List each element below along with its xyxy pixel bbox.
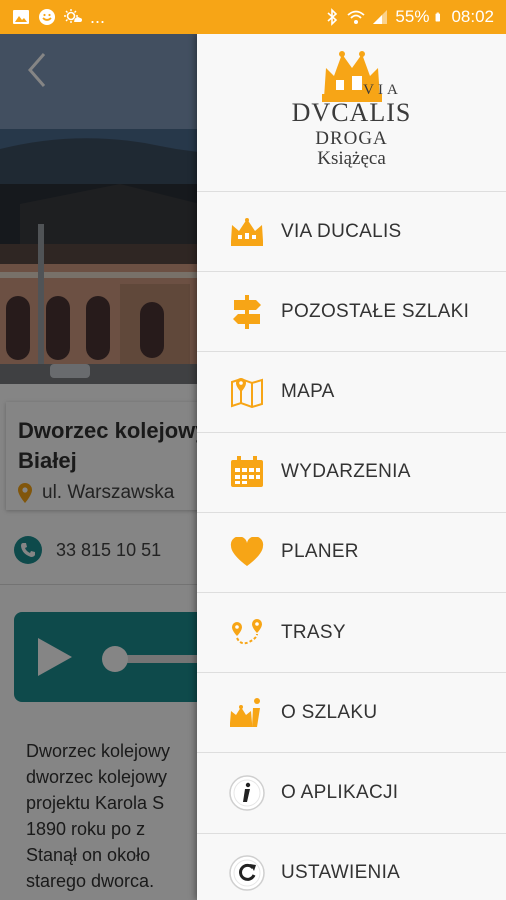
map-icon (227, 372, 267, 412)
heart-icon (227, 532, 267, 572)
bluetooth-icon (327, 8, 338, 26)
status-bar: ... 55% 08:02 (0, 0, 506, 34)
menu-item-mapa[interactable]: MAPA (197, 352, 506, 433)
more-notifications-text: ... (90, 6, 106, 27)
image-notification-icon (13, 10, 29, 24)
menu-item-label: POZOSTAŁE SZLAKI (281, 300, 470, 322)
menu-item-label: USTAWIENIA (281, 862, 401, 884)
menu-item-trasy[interactable]: TRASY (197, 593, 506, 674)
crown-icon (227, 212, 267, 252)
menu-item-o-szlaku[interactable]: O SZLAKU (197, 673, 506, 754)
logo-ksiazeca-text: Książęca (317, 147, 386, 169)
info-icon (227, 773, 267, 813)
route-icon (227, 613, 267, 653)
calendar-icon (227, 452, 267, 492)
signpost-icon (227, 292, 267, 332)
drawer-header: VIA DVCALIS DROGA Książęca (197, 34, 506, 192)
status-right: 55% 08:02 (323, 7, 494, 27)
signal-icon (373, 10, 388, 24)
wifi-icon (347, 10, 366, 24)
menu-item-pozostale-szlaki[interactable]: POZOSTAŁE SZLAKI (197, 272, 506, 353)
menu-item-label: WYDARZENIA (281, 461, 411, 483)
navigation-drawer: VIA DVCALIS DROGA Książęca VIA DUCALIS P… (197, 34, 506, 900)
status-left: ... (12, 7, 105, 28)
weather-notification-icon (64, 9, 82, 23)
crown-info-icon (227, 693, 267, 733)
menu-item-label: TRASY (281, 621, 346, 643)
menu-item-label: VIA DUCALIS (281, 220, 402, 242)
via-ducalis-logo: VIA DVCALIS DROGA Książęca (282, 48, 422, 178)
menu-item-label: O APLIKACJI (281, 781, 399, 803)
menu-item-o-aplikacji[interactable]: O APLIKACJI (197, 753, 506, 834)
menu-item-label: PLANER (281, 541, 359, 563)
menu-item-wydarzenia[interactable]: WYDARZENIA (197, 433, 506, 513)
logo-via-text: VIA (363, 81, 402, 98)
battery-icon (436, 12, 441, 22)
menu-item-via-ducalis[interactable]: VIA DUCALIS (197, 192, 506, 273)
smiley-notification-icon (39, 9, 55, 25)
logo-droga-text: DROGA (315, 127, 388, 149)
clock: 08:02 (451, 7, 494, 26)
logo-ducalis-text: DVCALIS (291, 97, 412, 127)
refresh-icon (227, 853, 267, 893)
menu-item-planer[interactable]: PLANER (197, 513, 506, 593)
menu-item-label: O SZLAKU (281, 701, 378, 723)
menu-item-ustawienia[interactable]: USTAWIENIA (197, 834, 506, 900)
battery-percent: 55% (395, 7, 430, 26)
menu-item-label: MAPA (281, 380, 335, 402)
